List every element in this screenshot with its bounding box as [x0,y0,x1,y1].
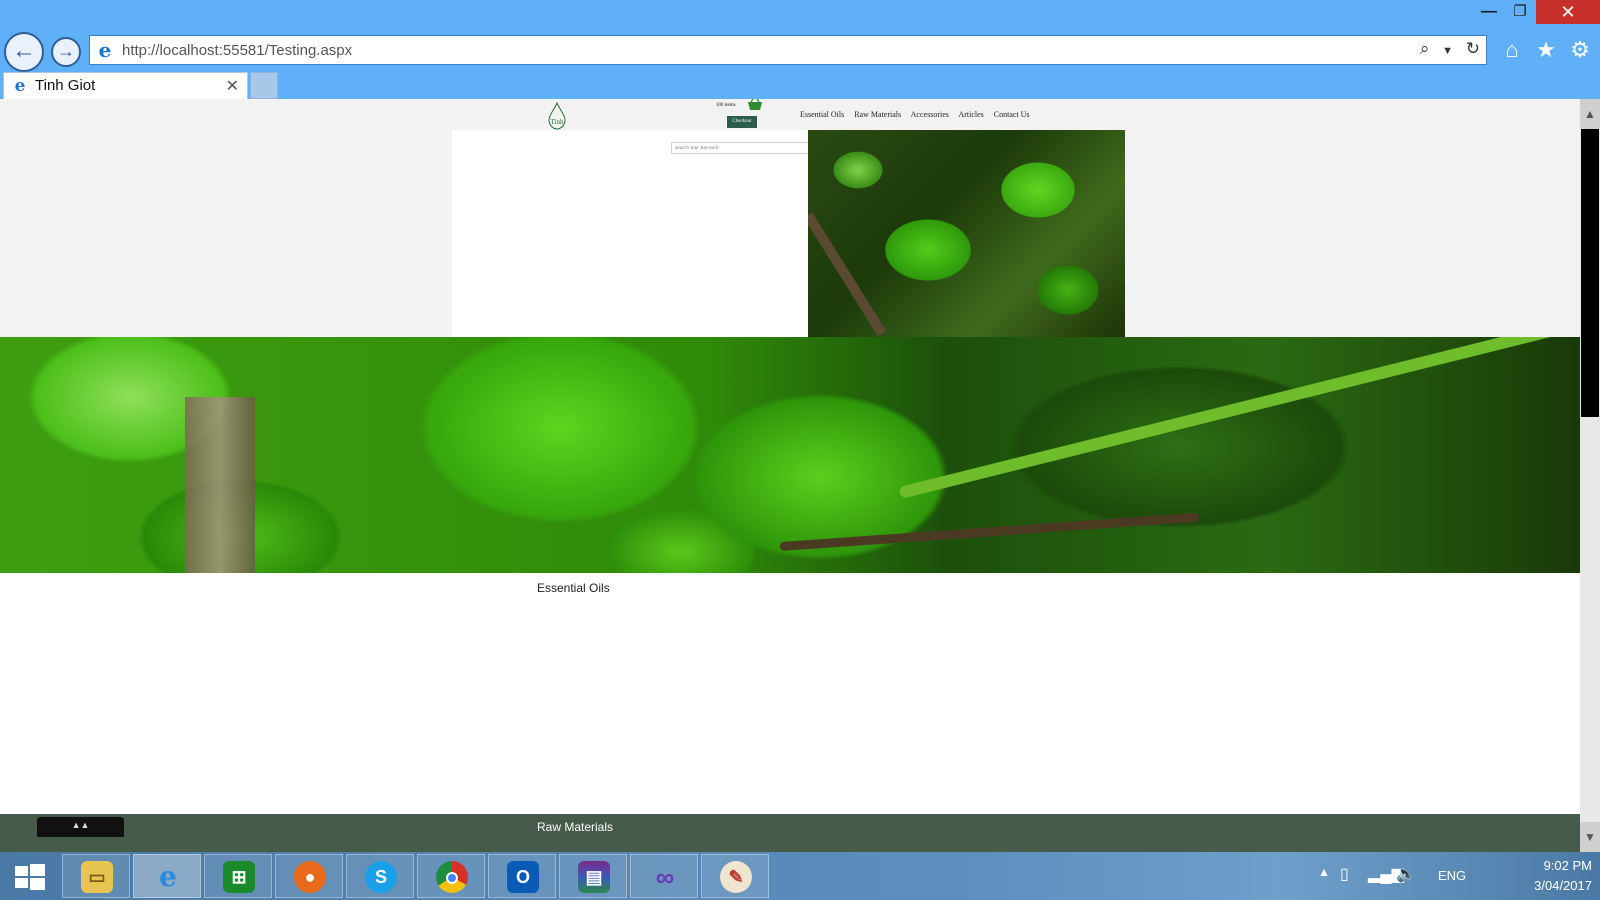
scroll-down-icon[interactable]: ▼ [1580,822,1600,852]
ie-icon: e [159,860,177,893]
hero-image-small [808,130,1125,337]
new-tab-button[interactable] [250,72,278,99]
refresh-icon[interactable]: ↻ [1466,39,1480,59]
address-bar[interactable]: e http://localhost:55581/Testing.aspx ⌕ … [89,35,1487,65]
section-title-raw-materials: Raw Materials [537,820,614,834]
tab-close-icon[interactable]: ✕ [226,76,239,96]
scroll-thumb[interactable] [1581,129,1599,417]
taskbar: ▭ e ⊞ ● S O ▤ ∞ ✎ ▲ ▯ ▂▄▆ 🔈 ENG 9:02 PM … [0,852,1600,900]
firefox-icon: ● [294,861,326,893]
hero-banner-image [0,337,1580,573]
nav-articles[interactable]: Articles [958,110,983,119]
dropdown-icon[interactable]: ▼ [1442,45,1453,57]
skype-icon: S [365,861,397,893]
volume-icon[interactable]: 🔈 [1396,864,1416,884]
tab-tinh-giot[interactable]: e Tinh Giot ✕ [3,72,248,99]
address-text[interactable]: http://localhost:55581/Testing.aspx [122,42,352,59]
taskbar-file-explorer[interactable]: ▭ [62,854,130,898]
main-nav: Essential Oils Raw Materials Accessories… [800,110,1038,119]
clock-date[interactable]: 3/04/2017 [1502,878,1592,893]
nav-accessories[interactable]: Accessories [911,110,949,119]
chrome-icon [436,861,468,893]
vertical-scrollbar[interactable]: ▲ ▼ [1580,99,1600,852]
folder-icon: ▭ [81,861,113,893]
section-title-essential-oils: Essential Oils [537,581,610,595]
taskbar-outlook[interactable]: O [488,854,556,898]
twig-shape [779,512,1200,551]
system-tray: ▲ ▯ ▂▄▆ 🔈 ENG 9:02 PM 3/04/2017 [1310,852,1600,900]
nav-essential-oils[interactable]: Essential Oils [800,110,844,119]
content-panel [452,130,808,337]
ie-tab-icon: e [14,76,26,96]
cart-count: 100 items [716,103,736,108]
maximize-button[interactable]: ❐ [1505,0,1535,24]
minimize-button[interactable]: — [1474,0,1504,24]
search-icon[interactable]: ⌕ [1420,39,1430,59]
nav-raw-materials[interactable]: Raw Materials [854,110,901,119]
gear-icon[interactable]: ⚙ [1566,37,1594,63]
stem-shape [898,337,1562,499]
ie-page-icon: e [98,38,112,62]
close-window-button[interactable]: ✕ [1536,0,1600,24]
section-band: Raw Materials [0,814,1580,852]
show-hidden-icons-icon[interactable]: ▲ [1318,865,1330,879]
taskbar-skype[interactable]: S [346,854,414,898]
visual-studio-icon: ∞ [655,862,675,892]
language-indicator[interactable]: ENG [1438,868,1466,883]
taskbar-visual-studio[interactable]: ∞ [630,854,698,898]
taskbar-internet-explorer[interactable]: e [133,854,201,898]
logo-text: Tinh [551,118,564,126]
start-button[interactable] [0,852,58,900]
winrar-icon: ▤ [578,861,610,893]
clock-time[interactable]: 9:02 PM [1502,858,1592,873]
basket-icon[interactable] [747,99,763,112]
checkout-button[interactable]: Checkout [727,116,757,128]
taskbar-store[interactable]: ⊞ [204,854,272,898]
forward-button[interactable]: → [51,37,81,67]
branch-shape [808,212,887,337]
taskbar-paint[interactable]: ✎ [701,854,769,898]
taskbar-firefox[interactable]: ● [275,854,343,898]
taskbar-winrar[interactable]: ▤ [559,854,627,898]
nav-contact-us[interactable]: Contact Us [994,110,1030,119]
windows-logo-icon [15,866,28,876]
star-icon[interactable]: ★ [1532,37,1560,63]
store-icon: ⊞ [223,861,255,893]
tab-bar: e Tinh Giot ✕ [0,72,1600,99]
page-viewport: Tinh 100 items Checkout Essential Oils R… [0,99,1580,852]
paint-icon: ✎ [720,861,752,893]
address-tools: ⌕ ▼ ↻ [1412,39,1480,61]
site-logo[interactable]: Tinh [544,102,570,130]
windows-logo-pane [30,864,45,876]
outlook-icon: O [507,861,539,893]
browser-navbar: ← → e http://localhost:55581/Testing.asp… [0,26,1600,72]
tab-title: Tinh Giot [35,77,96,94]
back-button[interactable]: ← [4,32,44,72]
floating-toggle-tab[interactable]: ▲▲ [37,817,124,837]
home-icon[interactable]: ⌂ [1498,37,1526,63]
windows-logo-pane [30,878,45,890]
windows-logo-pane [15,878,28,888]
window-titlebar: — ❐ ✕ [0,0,1600,26]
battery-icon[interactable]: ▯ [1340,864,1349,884]
taskbar-chrome[interactable] [417,854,485,898]
trunk-shape [185,397,255,573]
scroll-up-icon[interactable]: ▲ [1580,99,1600,129]
